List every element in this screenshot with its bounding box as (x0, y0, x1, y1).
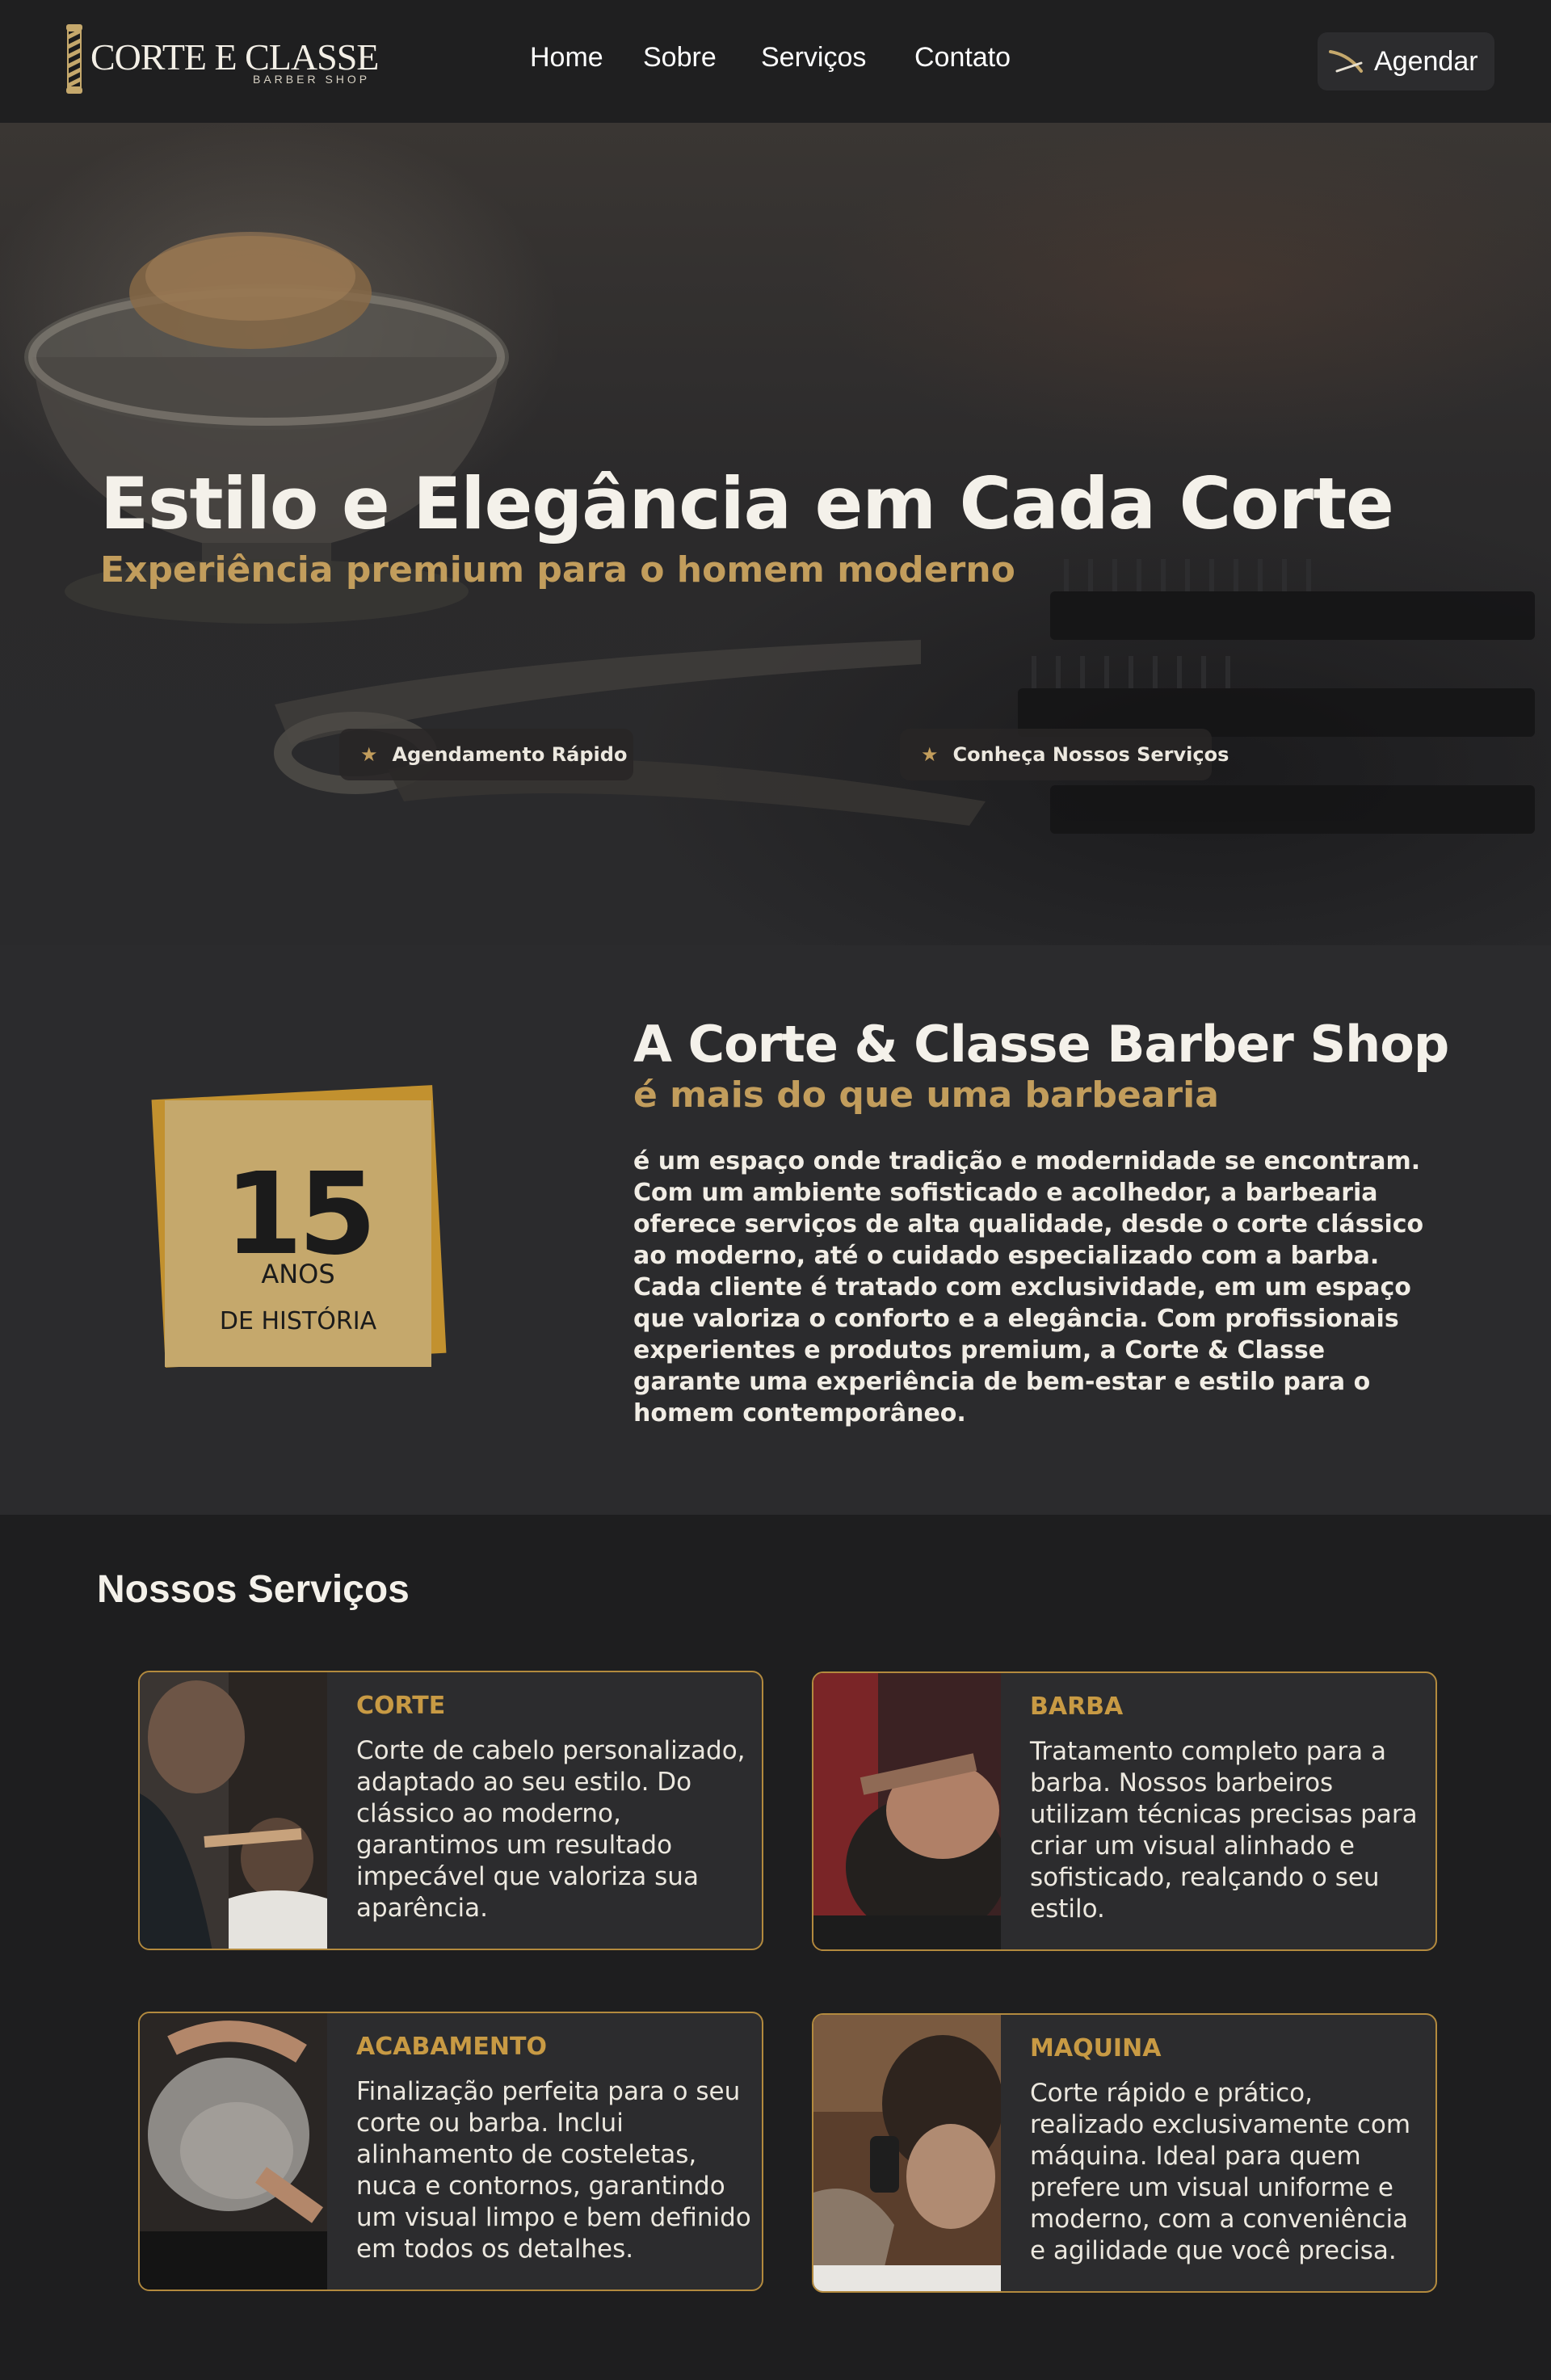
agendar-label: Agendar (1374, 45, 1478, 77)
conheca-servicos-button[interactable]: ★ Conheça Nossos Serviços (900, 729, 1229, 780)
about-subtitle: é mais do que uma barbearia (633, 1074, 1219, 1116)
card-text: Corte rápido e prático, realizado exclus… (1030, 2079, 1411, 2265)
card-text: Finalização perfeita para o seu corte ou… (356, 2077, 751, 2264)
star-icon: ★ (360, 743, 378, 766)
service-card-corte[interactable]: CORTE Corte de cabelo personalizado, ada… (138, 1671, 763, 1950)
barber-pole-icon (66, 24, 82, 94)
card-title: ACABAMENTO (356, 2033, 547, 2061)
years-badge: 15 ANOS DE HISTÓRIA (165, 1100, 431, 1367)
card-text: Corte de cabelo personalizado, adaptado … (356, 1736, 746, 1923)
logo-subtitle: BARBER SHOP (253, 73, 371, 86)
clipper-photo (813, 2015, 1001, 2291)
card-title: CORTE (356, 1692, 446, 1720)
razor-icon (1329, 50, 1363, 73)
service-card-maquina[interactable]: MAQUINA Corte rápido e prático, realizad… (812, 2013, 1437, 2293)
hero-section: Estilo e Elegância em Cada Corte Experiê… (0, 123, 1551, 945)
haircut-photo (140, 1672, 327, 1949)
service-card-acabamento[interactable]: ACABAMENTO Finalização perfeita para o s… (138, 2012, 763, 2291)
card-title: MAQUINA (1030, 2034, 1162, 2063)
brand-logo[interactable]: CORTE E CLASSE BARBER SHOP (63, 24, 379, 97)
badge-line-2: DE HISTÓRIA (219, 1307, 377, 1335)
nav-servicos[interactable]: Serviços (761, 42, 866, 74)
hero-title: Estilo e Elegância em Cada Corte (100, 462, 1394, 545)
card-text: Tratamento completo para a barba. Nossos… (1030, 1737, 1418, 1924)
pill-label: Conheça Nossos Serviços (952, 743, 1229, 766)
about-title: A Corte & Classe Barber Shop (633, 1015, 1449, 1074)
agendamento-rapido-button[interactable]: ★ Agendamento Rápido (339, 729, 633, 780)
services-title: Nossos Serviços (97, 1568, 410, 1611)
top-navbar: CORTE E CLASSE BARBER SHOP Home Sobre Se… (0, 0, 1551, 123)
badge-line-1: ANOS (261, 1259, 335, 1289)
about-text: é um espaço onde tradição e modernidade … (633, 1147, 1424, 1428)
hero-subtitle: Experiência premium para o homem moderno (100, 549, 1015, 591)
agendar-button[interactable]: Agendar (1318, 32, 1494, 90)
finishing-photo (140, 2013, 327, 2290)
nav-sobre[interactable]: Sobre (643, 42, 717, 74)
service-card-barba[interactable]: BARBA Tratamento completo para a barba. … (812, 1671, 1437, 1951)
nav-contato[interactable]: Contato (914, 42, 1011, 74)
shaving-brush-image (129, 232, 372, 349)
star-icon: ★ (921, 743, 939, 766)
beard-photo (813, 1673, 1001, 1949)
nav-home[interactable]: Home (530, 42, 603, 74)
card-title: BARBA (1030, 1692, 1124, 1721)
pill-label: Agendamento Rápido (392, 743, 628, 766)
